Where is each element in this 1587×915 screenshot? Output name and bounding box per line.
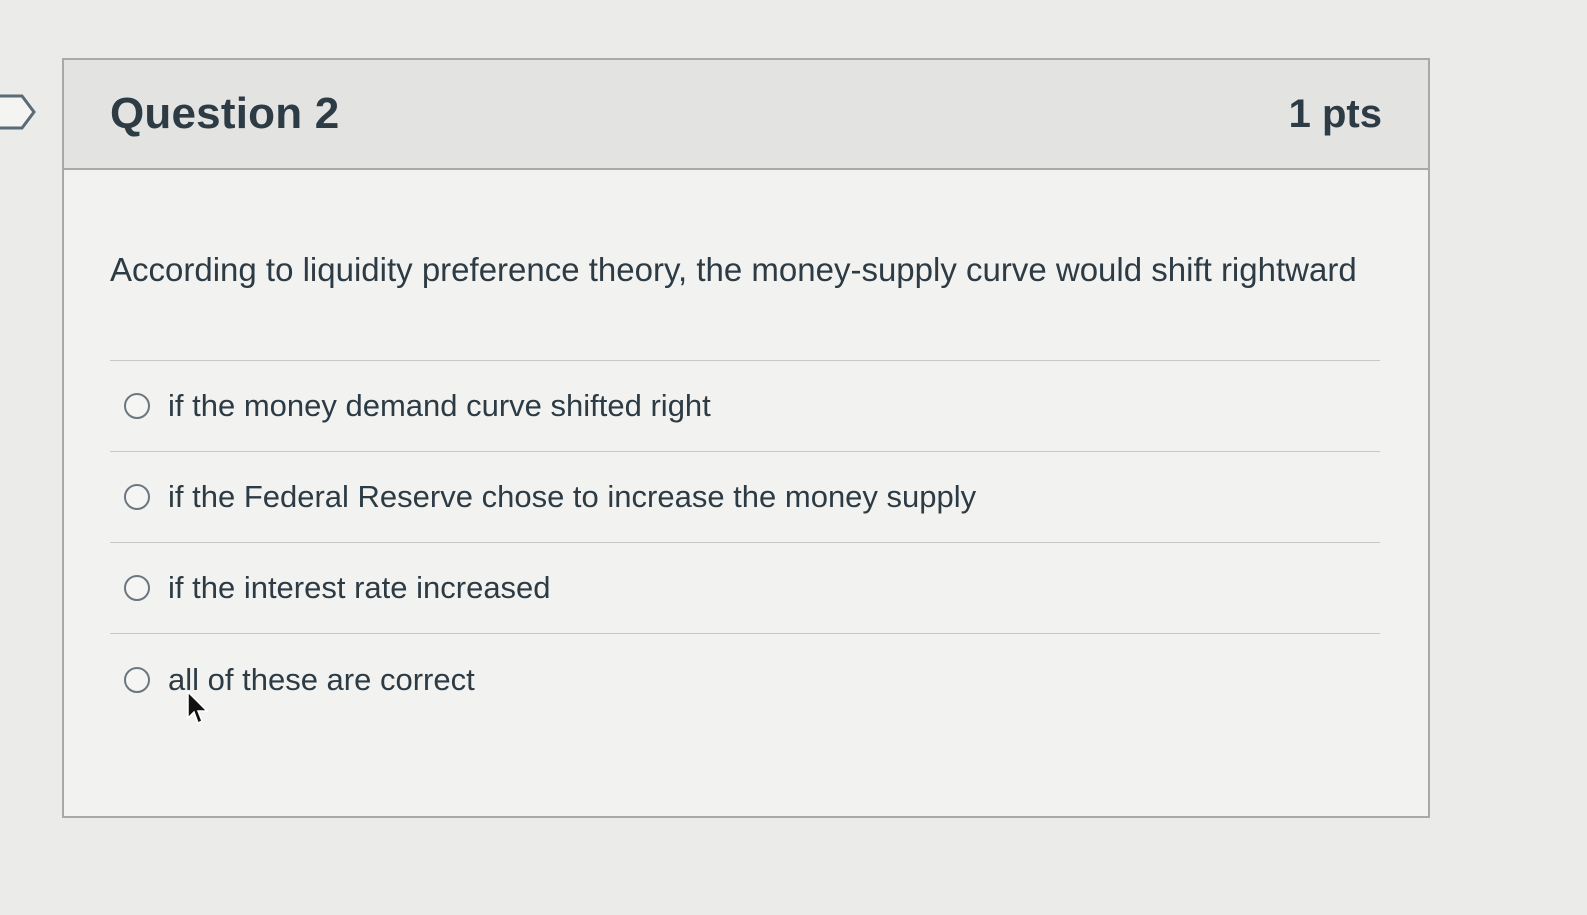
radio-unselected-icon[interactable] <box>124 393 150 419</box>
question-card: Question 2 1 pts According to liquidity … <box>62 58 1430 818</box>
question-header: Question 2 1 pts <box>64 60 1428 170</box>
flag-question-icon[interactable] <box>0 92 38 132</box>
question-body: According to liquidity preference theory… <box>64 170 1428 725</box>
answer-list: if the money demand curve shifted right … <box>110 360 1380 725</box>
answer-label: if the Federal Reserve chose to increase… <box>168 479 977 514</box>
question-points: 1 pts <box>1288 91 1382 136</box>
answer-option[interactable]: if the interest rate increased <box>110 543 1380 634</box>
answer-option[interactable]: if the money demand curve shifted right <box>110 361 1380 452</box>
answer-label: if the interest rate increased <box>168 570 551 605</box>
answer-label: all of these are correct <box>168 661 475 697</box>
question-title: Question 2 <box>110 89 340 138</box>
answer-option[interactable]: all of these are correct <box>110 634 1380 725</box>
answer-label: if the money demand curve shifted right <box>168 388 711 423</box>
question-text: According to liquidity preference theory… <box>110 251 1357 288</box>
radio-unselected-icon[interactable] <box>124 575 150 601</box>
radio-unselected-icon[interactable] <box>124 484 150 510</box>
answer-option[interactable]: if the Federal Reserve chose to increase… <box>110 452 1380 543</box>
mouse-pointer-icon <box>187 690 209 725</box>
radio-unselected-icon[interactable] <box>124 666 150 693</box>
